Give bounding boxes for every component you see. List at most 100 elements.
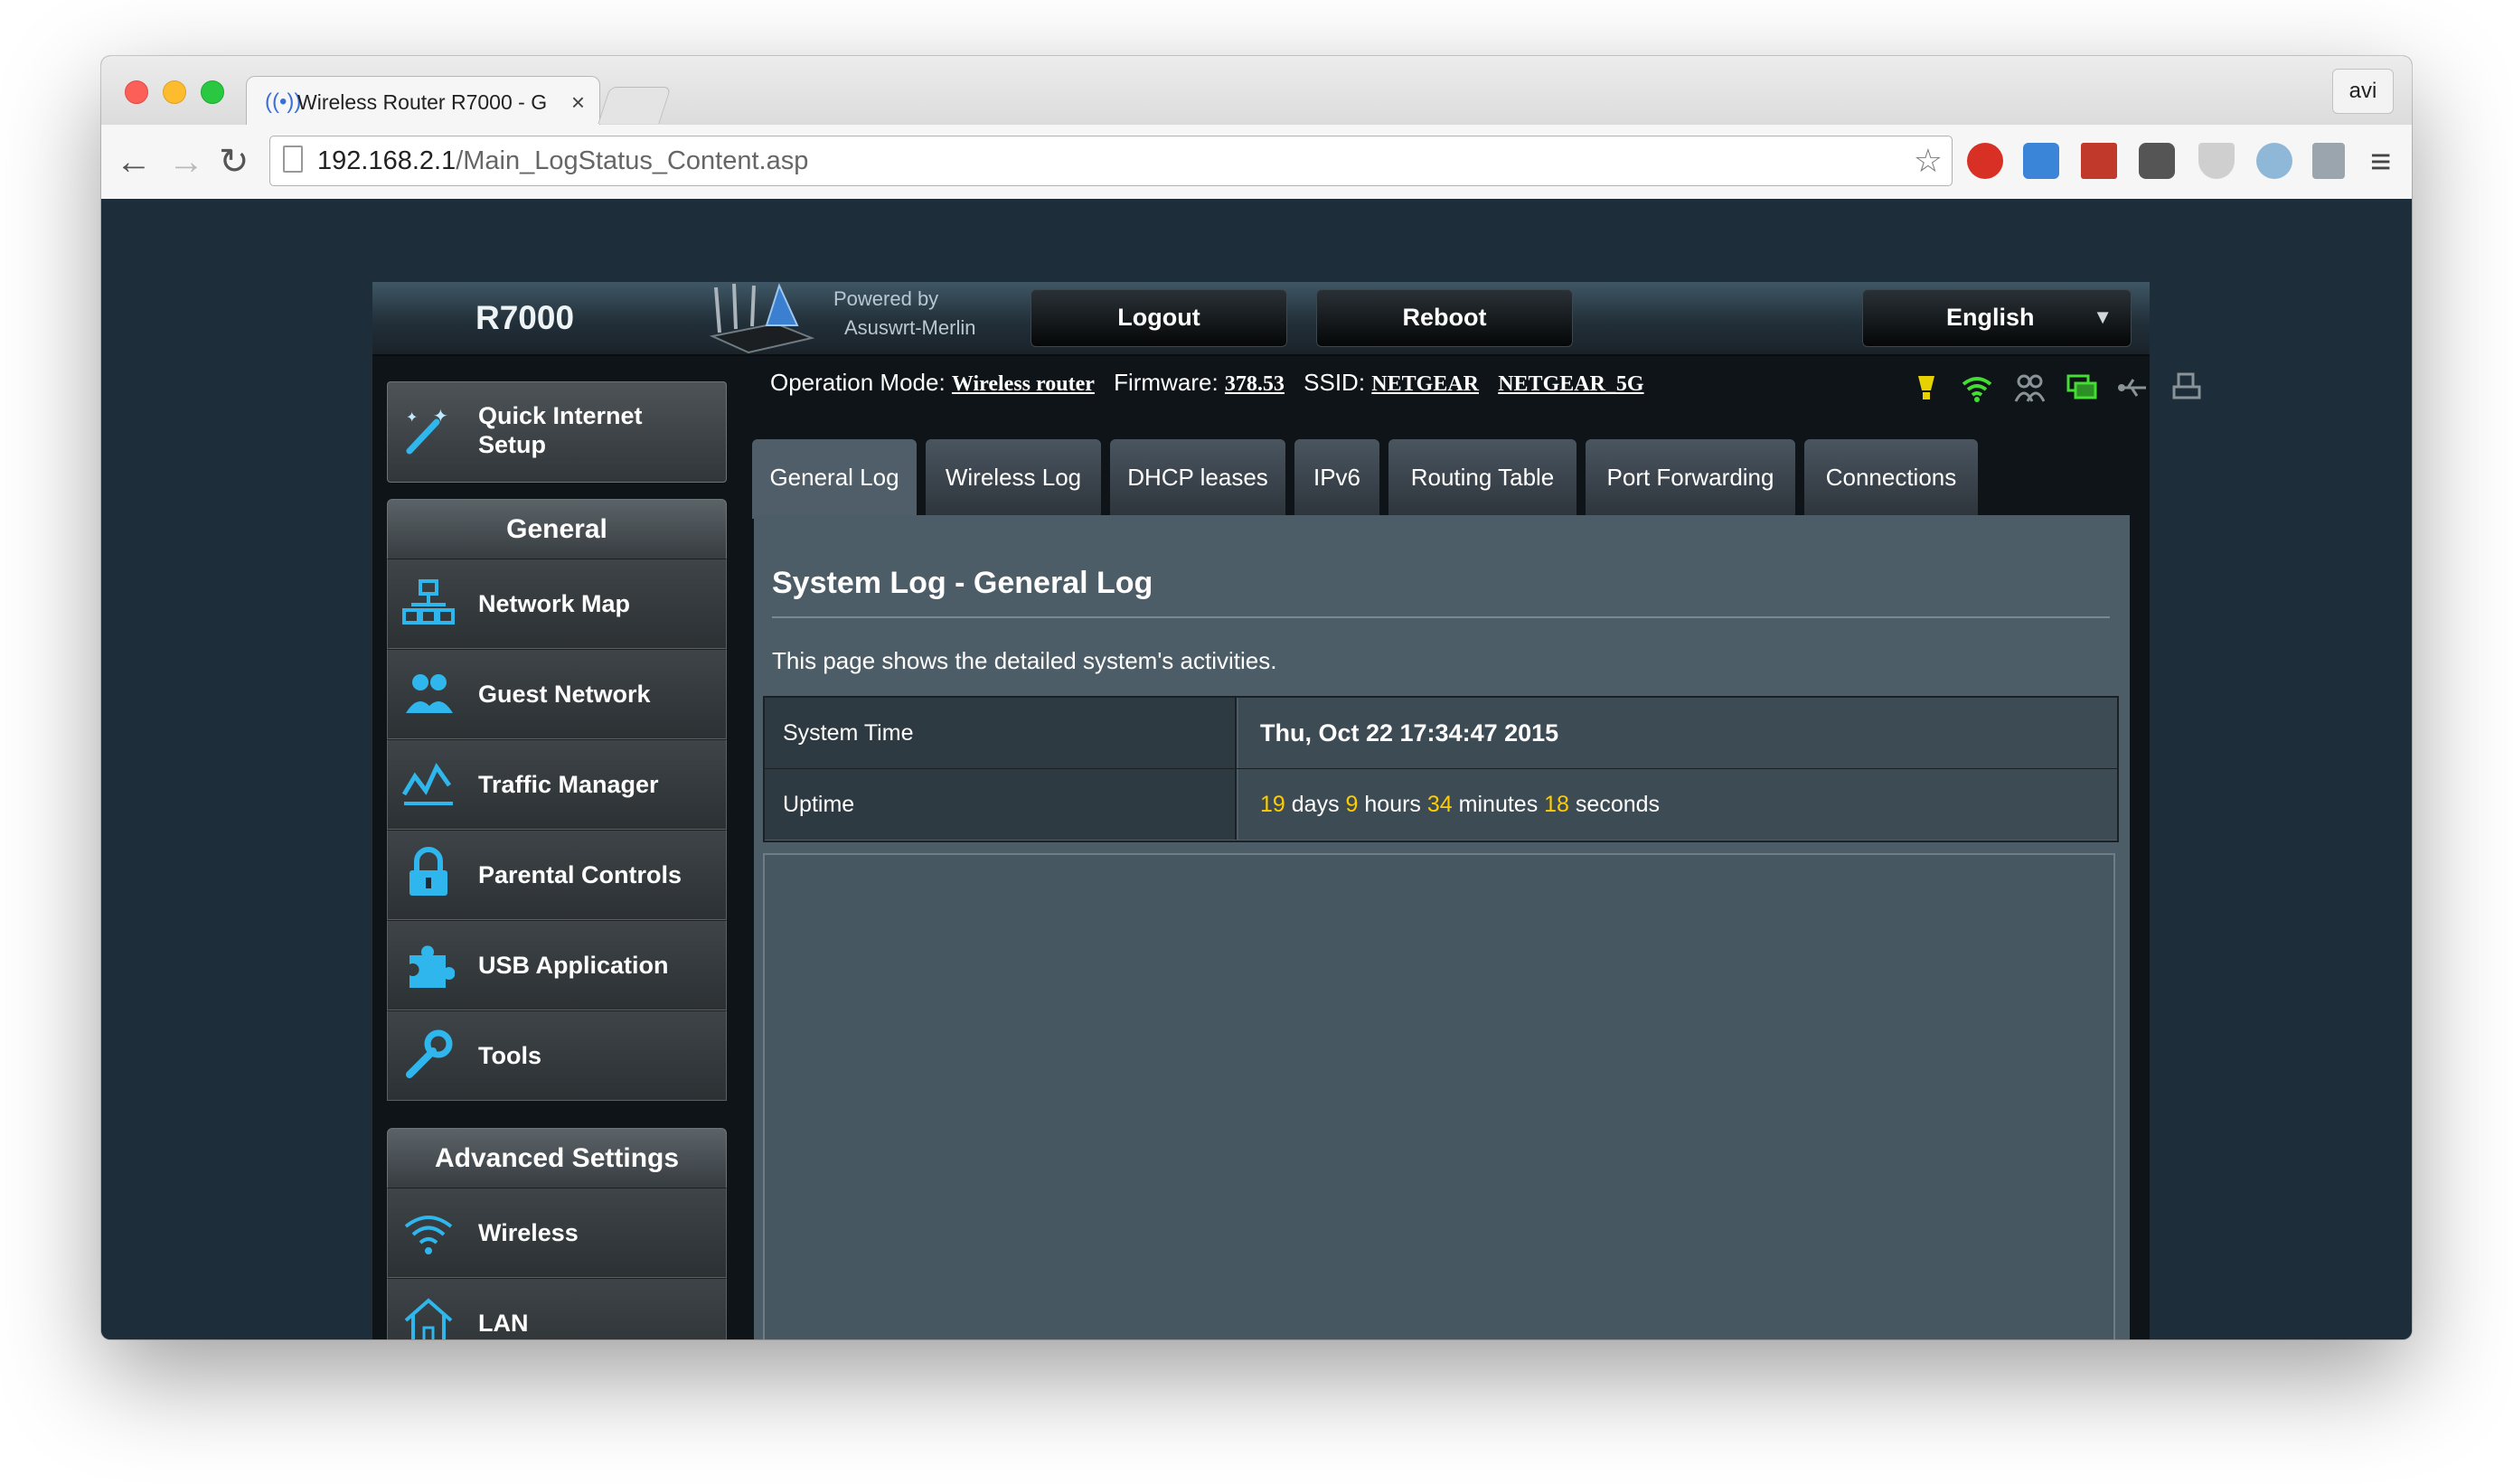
wrench-icon (406, 1029, 453, 1078)
bookmark-star-icon[interactable]: ☆ (1914, 136, 1943, 185)
operation-mode-link[interactable]: Wireless router (952, 372, 1095, 396)
sidebar-item-label: Traffic Manager (478, 771, 659, 798)
tab-wireless-log[interactable]: Wireless Log (926, 439, 1101, 515)
url-host: 192.168.2.1 (317, 146, 456, 175)
wifi-icon (404, 1216, 453, 1254)
router-model: R7000 (475, 299, 575, 336)
tab-ipv6[interactable]: IPv6 (1294, 439, 1379, 515)
puzzle-icon (409, 945, 455, 988)
quick-setup-line1: Quick Internet (478, 402, 643, 429)
shield-extension-icon[interactable] (2198, 143, 2235, 179)
guest-network-icon (406, 674, 453, 713)
general-section-header: General (387, 499, 727, 559)
page-viewport: R7000 Powered by Asuswrt-Merlin Logout R… (101, 199, 2412, 1339)
sidebar-item-network-map[interactable]: Network Map (387, 559, 727, 649)
back-arrow-icon[interactable]: ← (116, 125, 152, 199)
uptime-minutes: 34 (1426, 792, 1453, 817)
system-time-label: System Time (765, 698, 1237, 768)
tab-close-icon[interactable]: × (571, 77, 585, 127)
log-textarea[interactable] (763, 853, 2115, 1339)
address-bar[interactable]: 192.168.2.1/Main_LogStatus_Content.asp ☆ (269, 136, 1953, 186)
sidebar-item-label: Parental Controls (478, 861, 682, 888)
system-info-table: System Time Thu, Oct 22 17:34:47 2015 Up… (763, 696, 2119, 842)
page-title: System Log - General Log (772, 566, 1153, 600)
status-line: Operation Mode: Wireless router Firmware… (770, 369, 1657, 397)
uptime-hours: 9 (1345, 792, 1359, 817)
quick-setup-line2: Setup (478, 431, 547, 458)
uptime-value: 19 days 9 hours 34 minutes 18 seconds (1238, 769, 2117, 840)
url-text[interactable]: 192.168.2.1/Main_LogStatus_Content.asp (317, 136, 808, 185)
sidebar-item-tools[interactable]: Tools (387, 1010, 727, 1101)
globe-extension-icon[interactable] (2256, 143, 2292, 179)
close-window-button[interactable] (125, 80, 148, 104)
reboot-button[interactable]: Reboot (1316, 289, 1573, 347)
bulb-icon[interactable] (1911, 372, 1942, 403)
traffic-manager-icon (402, 763, 453, 805)
svg-text:✦: ✦ (406, 409, 418, 426)
monitor-icon[interactable] (2066, 372, 2097, 403)
js-extension-icon[interactable] (2312, 143, 2345, 179)
forward-arrow-icon[interactable]: → (168, 125, 204, 199)
tab-port-forwarding[interactable]: Port Forwarding (1586, 439, 1795, 515)
tab-connections[interactable]: Connections (1804, 439, 1978, 515)
operation-mode-label: Operation Mode: (770, 369, 946, 396)
ssid-link-2g[interactable]: NETGEAR (1371, 372, 1479, 396)
minimize-window-button[interactable] (163, 80, 186, 104)
new-tab-button[interactable] (598, 87, 672, 124)
sidebar-item-parental-controls[interactable]: Parental Controls (387, 830, 727, 920)
ssid-link-5g[interactable]: NETGEAR_5G (1498, 372, 1643, 396)
browser-window: ((•)) Wireless Router R7000 - G × avi ← … (101, 56, 2412, 1339)
uptime-label: Uptime (765, 769, 1237, 840)
tab-general-log[interactable]: General Log (752, 439, 917, 519)
pocket-extension-icon[interactable] (2139, 143, 2175, 179)
system-time-value: Thu, Oct 22 17:34:47 2015 (1238, 698, 2117, 768)
language-select[interactable]: English ▼ (1862, 289, 2132, 347)
clients-icon[interactable] (2014, 372, 2045, 403)
table-row: System Time Thu, Oct 22 17:34:47 2015 (765, 698, 2117, 769)
sidebar-item-traffic-manager[interactable]: Traffic Manager (387, 739, 727, 830)
adblock-extension-icon[interactable] (1967, 143, 2003, 179)
page-description: This page shows the detailed system's ac… (772, 647, 1277, 674)
sidebar-item-usb-application[interactable]: USB Application (387, 920, 727, 1010)
page-icon (283, 146, 303, 173)
sidebar-item-guest-network[interactable]: Guest Network (387, 649, 727, 739)
menu-icon[interactable]: ≡ (2370, 125, 2391, 199)
language-label: English (1946, 304, 2035, 331)
router-logo-icon (709, 283, 815, 354)
usb-icon[interactable] (2117, 372, 2148, 403)
reload-icon[interactable]: ↻ (219, 125, 249, 199)
browser-toolbar: ← → ↻ 192.168.2.1/Main_LogStatus_Content… (101, 125, 2412, 200)
profile-button[interactable]: avi (2332, 69, 2394, 114)
sidebar-item-lan[interactable]: LAN (387, 1278, 727, 1339)
content-panel: System Log - General Log This page shows… (754, 515, 2130, 1339)
uptime-days-word: days (1291, 792, 1340, 817)
firmware-brand-text: Asuswrt-Merlin (844, 316, 976, 339)
bookmark-extension-icon[interactable] (2081, 143, 2117, 179)
chevron-down-icon: ▼ (2093, 305, 2113, 328)
zoom-window-button[interactable] (201, 80, 224, 104)
tab-dhcp-leases[interactable]: DHCP leases (1110, 439, 1285, 515)
router-banner: R7000 Powered by Asuswrt-Merlin Logout R… (372, 282, 2150, 356)
sidebar-item-label: USB Application (478, 952, 669, 979)
sidebar-item-wireless[interactable]: Wireless (387, 1188, 727, 1278)
logout-button[interactable]: Logout (1031, 289, 1287, 347)
sidebar-item-label: Network Map (478, 590, 631, 617)
network-map-icon (402, 579, 455, 625)
wifi-status-icon[interactable] (1962, 372, 1992, 403)
window-extension-icon[interactable] (2023, 143, 2059, 179)
tab-routing-table[interactable]: Routing Table (1388, 439, 1577, 515)
uptime-minutes-word: minutes (1458, 792, 1539, 817)
quick-internet-setup-button[interactable]: ✦ ✦ Quick Internet Setup (387, 381, 727, 483)
wireless-favicon-icon: ((•)) (265, 89, 302, 114)
sidebar-item-label: Guest Network (478, 681, 651, 708)
tab-title: Wireless Router R7000 - G (297, 90, 548, 114)
browser-tab[interactable]: ((•)) Wireless Router R7000 - G × (246, 76, 600, 127)
router-ui: R7000 Powered by Asuswrt-Merlin Logout R… (372, 282, 2201, 1339)
printer-icon[interactable] (2171, 372, 2202, 403)
svg-text:✦: ✦ (433, 405, 448, 427)
lock-icon (409, 847, 447, 896)
home-icon (404, 1298, 453, 1339)
firmware-link[interactable]: 378.53 (1225, 372, 1285, 396)
advanced-settings-header: Advanced Settings (387, 1128, 727, 1188)
title-divider (772, 616, 2110, 618)
